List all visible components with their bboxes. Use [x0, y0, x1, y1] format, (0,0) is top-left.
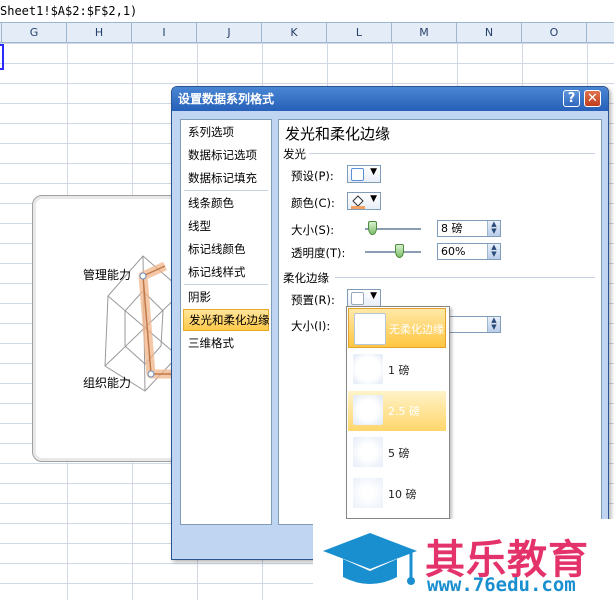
glow-size-input[interactable]: 8 磅 ▲ ▼	[437, 220, 501, 237]
formula-text: Sheet1!$A$2:$F$2,1)	[0, 4, 138, 18]
column-header-j[interactable]: J	[197, 23, 262, 42]
glow-transparency-input[interactable]: 60% ▲ ▼	[437, 243, 501, 260]
glow-size-value: 8 磅	[441, 222, 463, 235]
dialog-title: 设置数据系列格式	[178, 92, 275, 106]
soft-edges-size-label: 大小(I):	[291, 319, 331, 333]
formula-bar[interactable]: Sheet1!$A$2:$F$2,1)	[0, 0, 614, 23]
glow-preset-label: 预设(P):	[291, 169, 334, 183]
chevron-down-icon: ▼	[370, 167, 377, 177]
nav-shadow[interactable]: 阴影	[183, 286, 269, 308]
glow-transparency-value: 60%	[441, 245, 466, 258]
soft-edge-option-label: 1 磅	[388, 364, 410, 377]
glow-transparency-slider[interactable]	[365, 251, 421, 254]
soft-edge-preview	[353, 354, 383, 384]
dialog-nav: 系列选项 数据标记选项 数据标记填充 线条颜色 线型 标记线颜色 标记线样式 阴…	[180, 119, 272, 525]
spin-arrows-icon[interactable]: ▲ ▼	[487, 317, 500, 332]
soft-edge-option-label: 10 磅	[388, 488, 417, 501]
nav-divider	[184, 190, 268, 191]
fill-bucket-icon	[351, 195, 365, 209]
section-divider	[335, 277, 595, 278]
soft-edge-option-none[interactable]: 无柔化边缘	[348, 308, 446, 348]
section-divider	[309, 153, 595, 154]
nav-glow-soft-edges[interactable]: 发光和柔化边缘	[183, 309, 270, 331]
soft-edges-preset-label: 预置(R):	[291, 293, 335, 307]
soft-edges-preset-dropdown[interactable]: ▼	[347, 289, 381, 307]
soft-edge-preview	[354, 313, 386, 345]
selection-marker	[0, 44, 4, 70]
nav-line-style[interactable]: 线型	[183, 215, 269, 237]
help-icon[interactable]: ?	[563, 90, 580, 107]
glow-size-label: 大小(S):	[291, 223, 335, 237]
glow-transparency-label: 透明度(T):	[291, 246, 346, 260]
soft-edge-preview	[353, 437, 383, 467]
axis-label-management: 管理能力	[83, 268, 132, 282]
soft-edges-dropdown-list: 无柔化边缘 1 磅 2.5 磅 5 磅 10 磅	[346, 306, 450, 519]
column-header-n[interactable]: N	[457, 23, 522, 42]
column-header-m[interactable]: M	[392, 23, 457, 42]
glow-color-label: 颜色(C):	[291, 196, 335, 210]
soft-edge-option-5pt[interactable]: 5 磅	[348, 433, 446, 473]
soft-edge-option-2-5pt[interactable]: 2.5 磅	[348, 391, 446, 431]
soft-edge-option-label: 2.5 磅	[388, 405, 420, 418]
chevron-down-icon: ▼	[370, 194, 377, 204]
radar-chart[interactable]: 管理能力 组织能力	[32, 195, 189, 462]
dialog-titlebar[interactable]: 设置数据系列格式 ? ✕	[172, 87, 608, 111]
nav-series-options[interactable]: 系列选项	[183, 121, 269, 143]
radar-point[interactable]	[147, 370, 155, 378]
soft-edge-option-10pt[interactable]: 10 磅	[348, 474, 446, 514]
spin-arrows-icon[interactable]: ▲ ▼	[487, 221, 500, 236]
nav-divider	[184, 284, 268, 285]
soft-edge-option-label: 5 磅	[388, 447, 410, 460]
radar-point[interactable]	[139, 272, 147, 280]
content-heading: 发光和柔化边缘	[285, 125, 391, 143]
nav-line-color[interactable]: 线条颜色	[183, 192, 269, 214]
soft-edge-option-label: 无柔化边缘	[389, 323, 444, 336]
soft-edges-preset-swatch	[351, 292, 364, 305]
glow-size-slider-thumb[interactable]	[367, 221, 377, 235]
glow-color-dropdown[interactable]: ▼	[347, 192, 381, 210]
radar-chart-svg	[104, 255, 184, 392]
nav-marker-line-style[interactable]: 标记线样式	[183, 261, 269, 283]
column-header-l[interactable]: L	[327, 23, 392, 42]
column-header-h[interactable]: H	[67, 23, 132, 42]
nav-marker-options[interactable]: 数据标记选项	[183, 144, 269, 166]
column-header-p[interactable]	[587, 23, 614, 42]
column-header-o[interactable]: O	[522, 23, 587, 42]
graduation-cap-icon	[323, 533, 417, 585]
column-header-g[interactable]: G	[2, 23, 67, 42]
close-icon[interactable]: ✕	[584, 90, 601, 107]
spin-arrows-icon[interactable]: ▲ ▼	[487, 244, 500, 259]
glow-section-title: 发光	[283, 147, 306, 161]
nav-3d-format[interactable]: 三维格式	[183, 332, 269, 354]
radar-series-glow	[138, 261, 173, 379]
glow-transparency-slider-thumb[interactable]	[394, 244, 404, 258]
glow-preset-dropdown[interactable]: ▼	[347, 165, 381, 183]
chevron-down-icon: ▼	[370, 291, 377, 301]
axis-label-organization: 组织能力	[83, 376, 132, 390]
nav-marker-line-color[interactable]: 标记线颜色	[183, 238, 269, 260]
soft-edges-section-title: 柔化边缘	[283, 271, 329, 285]
glow-preset-swatch	[351, 168, 364, 181]
watermark-logo: 其乐教育 www.76edu.com	[313, 519, 614, 600]
soft-edge-preview	[353, 478, 383, 508]
brand-url: www.76edu.com	[427, 574, 576, 596]
column-header-k[interactable]: K	[262, 23, 327, 42]
column-header-i[interactable]: I	[132, 23, 197, 42]
column-header: G H I J K L M N O	[0, 23, 614, 43]
nav-marker-fill[interactable]: 数据标记填充	[183, 167, 269, 189]
soft-edge-option-1pt[interactable]: 1 磅	[348, 350, 446, 390]
soft-edge-preview	[353, 395, 383, 425]
